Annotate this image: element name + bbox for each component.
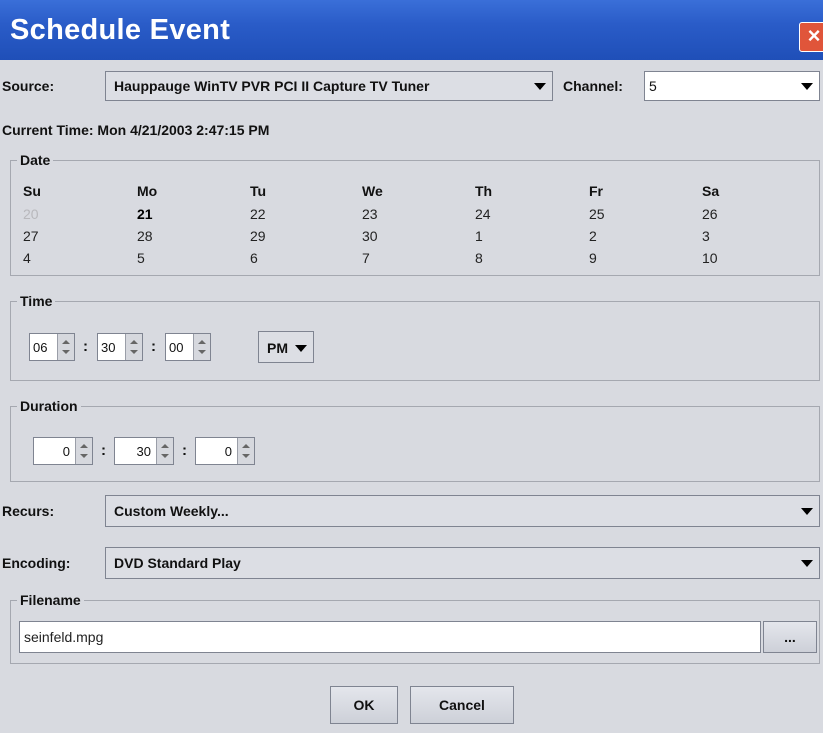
chevron-down-icon <box>801 83 813 90</box>
duration-group-title: Duration <box>17 398 81 414</box>
spin-up-icon[interactable] <box>161 444 169 448</box>
spinner-buttons[interactable] <box>75 438 92 464</box>
duration-seconds-value: 0 <box>224 444 232 459</box>
calendar-day[interactable]: 4 <box>23 250 31 266</box>
source-label: Source: <box>2 78 55 94</box>
calendar-day[interactable]: 5 <box>137 250 145 266</box>
spin-down-icon[interactable] <box>161 454 169 458</box>
channel-label: Channel: <box>563 78 623 94</box>
chevron-down-icon <box>801 508 813 515</box>
spinner-buttons[interactable] <box>125 334 142 360</box>
filename-group-title: Filename <box>17 592 84 608</box>
chevron-down-icon <box>534 83 546 90</box>
calendar-day[interactable]: 3 <box>702 228 710 244</box>
calendar-day[interactable]: 29 <box>250 228 266 244</box>
close-icon[interactable]: × <box>799 22 823 52</box>
spin-up-icon[interactable] <box>62 340 70 344</box>
time-seconds-spinner[interactable]: 00 <box>165 333 211 361</box>
browse-button[interactable]: ... <box>763 621 817 653</box>
calendar-day[interactable]: 24 <box>475 206 491 222</box>
spin-up-icon[interactable] <box>130 340 138 344</box>
cancel-button[interactable]: Cancel <box>410 686 514 724</box>
spin-down-icon[interactable] <box>130 350 138 354</box>
duration-group: Duration 0 : 30 : 0 <box>10 398 820 482</box>
calendar-day[interactable]: 6 <box>250 250 258 266</box>
calendar-day[interactable]: 28 <box>137 228 153 244</box>
cal-header-sa: Sa <box>702 183 720 199</box>
cal-header-fr: Fr <box>589 183 603 199</box>
spin-up-icon[interactable] <box>242 444 250 448</box>
duration-minutes-value: 30 <box>136 444 151 459</box>
ampm-value: PM <box>267 340 288 356</box>
dialog-title: Schedule Event <box>10 14 231 46</box>
calendar-day[interactable]: 22 <box>250 206 266 222</box>
encoding-label: Encoding: <box>2 555 71 571</box>
title-bar[interactable]: Schedule Event × <box>0 0 823 60</box>
spinner-buttons[interactable] <box>237 438 254 464</box>
encoding-dropdown[interactable]: DVD Standard Play <box>105 547 820 579</box>
spinner-buttons[interactable] <box>156 438 173 464</box>
channel-dropdown[interactable]: 5 <box>644 71 820 101</box>
duration-seconds-spinner[interactable]: 0 <box>195 437 255 465</box>
calendar-day[interactable]: 26 <box>702 206 718 222</box>
duration-minutes-spinner[interactable]: 30 <box>114 437 174 465</box>
source-dropdown[interactable]: Hauppauge WinTV PVR PCI II Capture TV Tu… <box>105 71 553 101</box>
calendar-day-selected[interactable]: 21 <box>137 206 153 222</box>
calendar-day[interactable]: 7 <box>362 250 370 266</box>
duration-hours-value: 0 <box>62 444 70 459</box>
calendar-day[interactable]: 1 <box>475 228 483 244</box>
calendar-day[interactable]: 25 <box>589 206 605 222</box>
current-time: Current Time: Mon 4/21/2003 2:47:15 PM <box>2 122 270 138</box>
calendar-day[interactable]: 10 <box>702 250 718 266</box>
cal-header-th: Th <box>475 183 493 199</box>
ampm-dropdown[interactable]: PM <box>258 331 314 363</box>
ok-button[interactable]: OK <box>330 686 398 724</box>
calendar-day[interactable]: 27 <box>23 228 39 244</box>
calendar-day[interactable]: 23 <box>362 206 378 222</box>
time-group: Time 06 : 30 : 00 PM <box>10 293 820 381</box>
calendar-day[interactable]: 8 <box>475 250 483 266</box>
filename-value: seinfeld.mpg <box>24 629 104 645</box>
calendar-day[interactable]: 2 <box>589 228 597 244</box>
schedule-event-dialog: Schedule Event × Source: Hauppauge WinTV… <box>0 0 823 733</box>
time-seconds-value: 00 <box>169 340 184 355</box>
encoding-value: DVD Standard Play <box>114 555 241 571</box>
spin-down-icon[interactable] <box>242 454 250 458</box>
chevron-down-icon <box>295 345 307 352</box>
time-hours-spinner[interactable]: 06 <box>29 333 75 361</box>
spin-up-icon[interactable] <box>80 444 88 448</box>
spinner-buttons[interactable] <box>57 334 74 360</box>
channel-value: 5 <box>649 78 657 94</box>
spin-down-icon[interactable] <box>80 454 88 458</box>
calendar-day[interactable]: 20 <box>23 206 39 222</box>
cal-header-we: We <box>362 183 383 199</box>
chevron-down-icon <box>801 560 813 567</box>
source-value: Hauppauge WinTV PVR PCI II Capture TV Tu… <box>114 78 430 94</box>
date-group: Date Su Mo Tu We Th Fr Sa 20 21 22 23 24… <box>10 152 820 276</box>
duration-hours-spinner[interactable]: 0 <box>33 437 93 465</box>
recurs-value: Custom Weekly... <box>114 503 229 519</box>
cal-header-su: Su <box>23 183 41 199</box>
spin-up-icon[interactable] <box>198 340 206 344</box>
filename-group: Filename seinfeld.mpg ... <box>10 592 820 664</box>
duration-separator: : <box>182 442 187 459</box>
time-minutes-spinner[interactable]: 30 <box>97 333 143 361</box>
time-separator: : <box>83 338 88 355</box>
time-separator: : <box>151 338 156 355</box>
time-group-title: Time <box>17 293 56 309</box>
time-minutes-value: 30 <box>101 340 116 355</box>
date-group-title: Date <box>17 152 54 168</box>
cal-header-tu: Tu <box>250 183 267 199</box>
spin-down-icon[interactable] <box>62 350 70 354</box>
calendar-day[interactable]: 30 <box>362 228 378 244</box>
recurs-dropdown[interactable]: Custom Weekly... <box>105 495 820 527</box>
spin-down-icon[interactable] <box>198 350 206 354</box>
filename-input[interactable]: seinfeld.mpg <box>19 621 761 653</box>
recurs-label: Recurs: <box>2 503 55 519</box>
duration-separator: : <box>101 442 106 459</box>
time-hours-value: 06 <box>33 340 48 355</box>
cal-header-mo: Mo <box>137 183 158 199</box>
calendar-day[interactable]: 9 <box>589 250 597 266</box>
spinner-buttons[interactable] <box>193 334 210 360</box>
